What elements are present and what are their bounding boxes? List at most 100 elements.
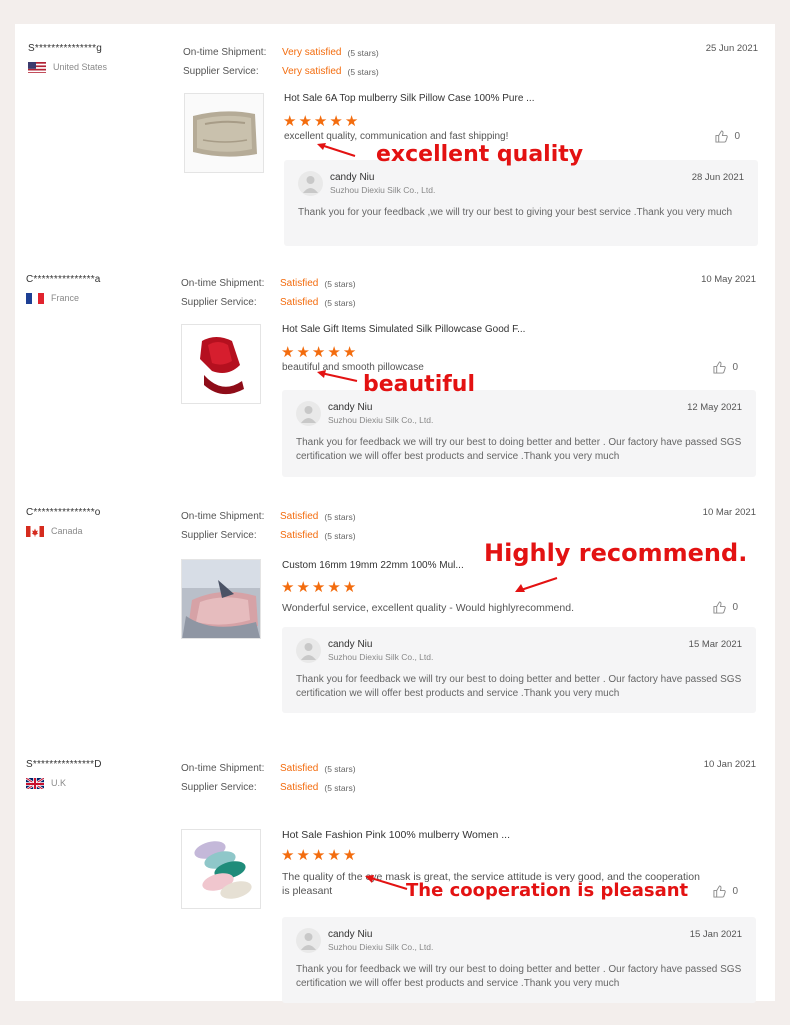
country-name: Canada	[51, 526, 83, 536]
review-date: 25 Jun 2021	[705, 43, 758, 54]
reply-author: candy Niu	[328, 402, 373, 413]
avatar	[298, 171, 323, 196]
reply-company: Suzhou Diexiu Silk Co., Ltd.	[330, 185, 436, 195]
reply-date: 28 Jun 2021	[691, 172, 744, 183]
rating-stars: ★ ★ ★ ★ ★	[281, 344, 357, 361]
avatar	[296, 928, 321, 953]
star-icon: ★	[329, 113, 343, 130]
thumbs-up-icon	[713, 361, 727, 374]
star-icon: ★	[342, 847, 357, 864]
service-value: Very satisfied	[282, 66, 342, 77]
service-value: Satisfied	[280, 782, 319, 793]
star-icon: ★	[342, 579, 357, 596]
service-label: Supplier Service:	[181, 530, 257, 541]
star-icon: ★	[311, 579, 326, 596]
buyer-name: S***************D	[26, 759, 102, 770]
shipment-stars: (5 stars)	[347, 47, 379, 58]
supplier-metrics: On-time Shipment: Satisfied (5 stars) Su…	[181, 759, 356, 797]
buyer-country: France	[26, 292, 79, 304]
like-count: 0	[732, 886, 738, 897]
annotation-cooperation-pleasant: The cooperation is pleasant	[406, 880, 689, 901]
star-icon: ★	[344, 113, 359, 130]
annotation-arrow	[317, 143, 356, 157]
star-icon: ★	[313, 113, 328, 130]
annotation-arrow	[365, 875, 408, 890]
review-date: 10 May 2021	[701, 274, 756, 285]
reply-author: candy Niu	[328, 639, 373, 650]
star-icon: ★	[296, 847, 310, 864]
avatar	[296, 638, 321, 663]
like-button[interactable]: 0	[715, 130, 740, 143]
service-stars: (5 stars)	[324, 782, 356, 793]
review-date: 10 Mar 2021	[702, 507, 756, 518]
product-title[interactable]: Hot Sale Fashion Pink 100% mulberry Wome…	[282, 829, 510, 841]
shipment-stars: (5 stars)	[324, 511, 356, 522]
product-thumbnail[interactable]	[181, 559, 261, 639]
product-thumbnail[interactable]	[181, 829, 261, 909]
reply-text: Thank you for your feedback ,we will try…	[298, 207, 733, 218]
star-icon: ★	[281, 579, 295, 596]
star-icon: ★	[296, 579, 310, 596]
product-thumbnail[interactable]	[181, 324, 261, 404]
like-count: 0	[732, 362, 738, 373]
like-count: 0	[732, 602, 738, 613]
buyer-name: C***************a	[26, 274, 101, 285]
reply-author: candy Niu	[328, 929, 373, 940]
reply-date: 12 May 2021	[687, 402, 742, 413]
country-name: France	[51, 293, 80, 303]
annotation-highly-recommend: Highly recommend.	[484, 539, 748, 567]
fr-flag-icon	[26, 292, 44, 304]
like-count: 0	[734, 131, 740, 142]
like-button[interactable]: 0	[713, 885, 738, 898]
reply-text: Thank you for feedback we will try our b…	[296, 437, 742, 462]
uk-flag-icon	[26, 777, 44, 789]
shipment-label: On-time Shipment:	[181, 763, 265, 774]
rating-stars: ★ ★ ★ ★ ★	[283, 113, 359, 130]
country-name: United States	[53, 62, 108, 72]
service-label: Supplier Service:	[183, 66, 259, 77]
star-icon: ★	[296, 344, 310, 361]
star-icon: ★	[342, 344, 357, 361]
star-icon: ★	[298, 113, 312, 130]
buyer-country: Canada	[26, 525, 83, 537]
like-button[interactable]: 0	[713, 601, 738, 614]
annotation-excellent-quality: excellent quality	[376, 142, 584, 167]
product-title[interactable]: Hot Sale Gift Items Simulated Silk Pillo…	[282, 324, 525, 335]
like-button[interactable]: 0	[713, 361, 738, 374]
reply-author: candy Niu	[330, 172, 375, 183]
reply-company: Suzhou Diexiu Silk Co., Ltd.	[328, 415, 434, 425]
rating-stars: ★ ★ ★ ★ ★	[281, 847, 357, 864]
shipment-value: Satisfied	[280, 763, 319, 774]
supplier-reply: candy Niu Suzhou Diexiu Silk Co., Ltd. 1…	[282, 917, 756, 1003]
star-icon: ★	[311, 344, 326, 361]
shipment-label: On-time Shipment:	[181, 278, 265, 289]
service-label: Supplier Service:	[181, 782, 257, 793]
annotation-arrow	[317, 370, 358, 382]
us-flag-icon	[28, 61, 46, 73]
shipment-stars: (5 stars)	[324, 763, 356, 774]
reply-company: Suzhou Diexiu Silk Co., Ltd.	[328, 942, 434, 952]
reply-text: Thank you for feedback we will try our b…	[296, 964, 742, 989]
shipment-label: On-time Shipment:	[183, 47, 267, 58]
feedback-text: Wonderful service, excellent quality - W…	[282, 602, 574, 614]
supplier-metrics: On-time Shipment: Satisfied (5 stars) Su…	[181, 507, 356, 545]
shipment-value: Very satisfied	[282, 47, 342, 58]
supplier-metrics: On-time Shipment: Satisfied (5 stars) Su…	[181, 274, 356, 312]
rating-stars: ★ ★ ★ ★ ★	[281, 579, 357, 596]
star-icon: ★	[327, 344, 341, 361]
reviews-panel: S***************g United States On-time …	[15, 24, 775, 1003]
buyer-name: C***************o	[26, 507, 101, 518]
shipment-value: Satisfied	[280, 511, 319, 522]
supplier-reply: candy Niu Suzhou Diexiu Silk Co., Ltd. 2…	[284, 160, 758, 246]
supplier-reply: candy Niu Suzhou Diexiu Silk Co., Ltd. 1…	[282, 627, 756, 713]
product-title[interactable]: Hot Sale 6A Top mulberry Silk Pillow Cas…	[284, 93, 535, 104]
shipment-label: On-time Shipment:	[181, 511, 265, 522]
service-value: Satisfied	[280, 530, 319, 541]
product-thumbnail[interactable]	[184, 93, 264, 173]
annotation-beautiful: beautiful	[363, 372, 476, 397]
thumbs-up-icon	[713, 601, 727, 614]
star-icon: ★	[281, 847, 295, 864]
product-title[interactable]: Custom 16mm 19mm 22mm 100% Mul...	[282, 560, 464, 571]
reply-text: Thank you for feedback we will try our b…	[296, 674, 742, 699]
star-icon: ★	[327, 579, 341, 596]
